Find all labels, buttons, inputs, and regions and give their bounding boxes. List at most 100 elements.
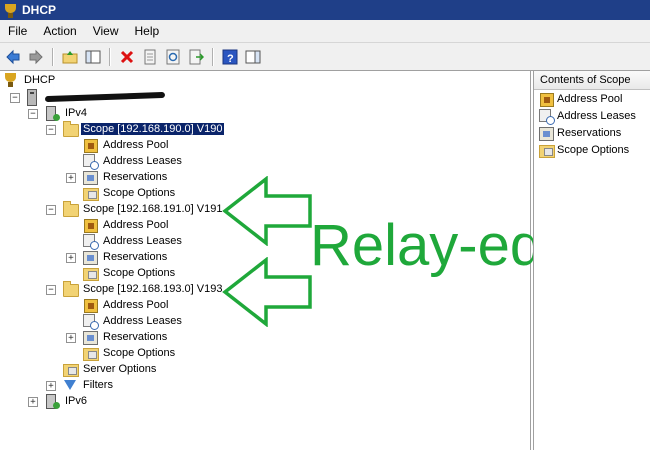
tree-node-address-leases[interactable]: Address Leases: [82, 153, 184, 170]
tree-label: Address Leases: [103, 155, 182, 167]
tree-node-scope-191[interactable]: Scope [192.168.191.0] V191: [62, 201, 224, 217]
export-list-icon: [189, 49, 204, 64]
tree-label: Server Options: [83, 363, 157, 375]
toolbar-separator: [212, 47, 214, 66]
show-hide-tree-button[interactable]: [83, 47, 103, 67]
properties-button[interactable]: [140, 47, 160, 67]
tree-node-scope-190[interactable]: Scope [192.168.190.0] V190: [62, 121, 225, 137]
tree-node-reservations[interactable]: Reservations: [82, 169, 169, 185]
tree-node-filters[interactable]: Filters: [62, 377, 115, 393]
menu-help[interactable]: Help: [127, 24, 168, 38]
tree-node-address-pool[interactable]: Address Pool: [82, 137, 170, 153]
action-pane-icon: [245, 50, 261, 63]
folder-up-icon: [62, 50, 78, 63]
address-leases-icon: [538, 108, 555, 125]
tree-node-server-options[interactable]: Server Options: [62, 361, 158, 377]
svg-text:?: ?: [227, 53, 234, 65]
server-options-icon: [62, 361, 79, 377]
list-item-label: Address Leases: [557, 109, 636, 122]
back-arrow-icon: [6, 49, 20, 64]
title-bar: DHCP: [0, 0, 650, 20]
dhcp-app-icon: [3, 3, 17, 18]
tree-node-address-leases[interactable]: Address Leases: [82, 313, 184, 330]
list-item-label: Scope Options: [557, 143, 630, 156]
tree-node-address-pool[interactable]: Address Pool: [82, 217, 170, 233]
refresh-button[interactable]: [163, 47, 183, 67]
expand-toggle[interactable]: +: [66, 333, 76, 343]
tree-node-scope-options[interactable]: Scope Options: [82, 345, 177, 361]
forward-arrow-icon: [29, 49, 43, 64]
expand-toggle[interactable]: +: [66, 253, 76, 263]
tree-node-scope-193[interactable]: Scope [192.168.193.0] V193: [62, 281, 224, 297]
menu-file[interactable]: File: [0, 24, 35, 38]
folder-icon: [62, 281, 79, 297]
tree-label: Address Pool: [103, 139, 169, 151]
tree-node-address-pool[interactable]: Address Pool: [82, 297, 170, 313]
address-pool-icon: [82, 217, 98, 233]
tree-label: Scope Options: [103, 187, 176, 199]
tree-label: Scope Options: [103, 267, 176, 279]
tree-node-scope-options[interactable]: Scope Options: [82, 185, 177, 201]
list-item-reservations[interactable]: Reservations: [534, 124, 650, 141]
action-pane-button[interactable]: [243, 47, 263, 67]
tree-node-reservations[interactable]: Reservations: [82, 249, 169, 265]
ipv6-icon: [44, 393, 60, 409]
folder-icon: [62, 121, 79, 137]
tree-node-scope-options[interactable]: Scope Options: [82, 265, 177, 281]
collapse-toggle[interactable]: −: [46, 205, 56, 215]
toolbar-separator: [109, 47, 111, 66]
list-item-address-pool[interactable]: Address Pool: [534, 90, 650, 107]
tree-label: Reservations: [103, 251, 168, 263]
tree-node-reservations[interactable]: Reservations: [82, 329, 169, 345]
expand-toggle[interactable]: +: [66, 173, 76, 183]
tree-label: IPv6: [65, 395, 88, 407]
collapse-toggle[interactable]: −: [46, 285, 56, 295]
tree-label: Address Pool: [103, 299, 169, 311]
menu-action[interactable]: Action: [35, 24, 84, 38]
help-button[interactable]: ?: [220, 47, 240, 67]
menu-view[interactable]: View: [85, 24, 127, 38]
list-item-address-leases[interactable]: Address Leases: [534, 107, 650, 125]
tree-label: DHCP: [24, 74, 56, 86]
list-item-scope-options[interactable]: Scope Options: [534, 141, 650, 158]
folder-icon: [62, 201, 79, 217]
menu-bar: File Action View Help: [0, 20, 650, 43]
tree-node-address-leases[interactable]: Address Leases: [82, 233, 184, 250]
scope-label: Scope [192.168.191.0] V191: [83, 203, 223, 215]
relay-annotation-text: Relay-ed: [310, 213, 543, 278]
tree-label: Reservations: [103, 171, 168, 183]
expand-toggle[interactable]: +: [28, 397, 38, 407]
address-leases-icon: [82, 233, 99, 250]
reservations-icon: [82, 329, 98, 345]
up-level-button[interactable]: [60, 47, 80, 67]
contents-column-header[interactable]: Contents of Scope: [534, 71, 650, 90]
tree-node-dhcp[interactable]: DHCP: [3, 72, 57, 88]
address-leases-icon: [82, 153, 99, 170]
expand-toggle[interactable]: +: [46, 381, 56, 391]
collapse-toggle[interactable]: −: [46, 125, 56, 135]
reservations-icon: [82, 169, 98, 185]
toolbar-separator: [52, 47, 54, 66]
contents-pane: Contents of Scope Address Pool Address L…: [533, 71, 650, 450]
reservations-icon: [538, 125, 554, 141]
collapse-toggle[interactable]: −: [28, 109, 38, 119]
tree-node-server[interactable]: [24, 89, 169, 106]
export-list-button[interactable]: [186, 47, 206, 67]
list-item-label: Reservations: [557, 126, 622, 139]
properties-sheet-icon: [144, 49, 156, 64]
address-leases-icon: [82, 313, 99, 330]
tree-node-ipv6[interactable]: IPv6: [44, 393, 89, 409]
list-item-label: Address Pool: [557, 92, 623, 105]
forward-button[interactable]: [26, 47, 46, 67]
back-button[interactable]: [3, 47, 23, 67]
scope-options-icon: [82, 265, 99, 281]
tree-node-ipv4[interactable]: IPv4: [44, 105, 89, 121]
tree-label: Reservations: [103, 331, 168, 343]
scope-options-icon: [538, 142, 555, 158]
tree-label: Address Leases: [103, 315, 182, 327]
collapse-toggle[interactable]: −: [10, 93, 20, 103]
annotation-arrow-icon: [222, 257, 312, 327]
tree-label: IPv4: [65, 107, 88, 119]
delete-button[interactable]: [117, 47, 137, 67]
address-pool-icon: [538, 91, 554, 107]
